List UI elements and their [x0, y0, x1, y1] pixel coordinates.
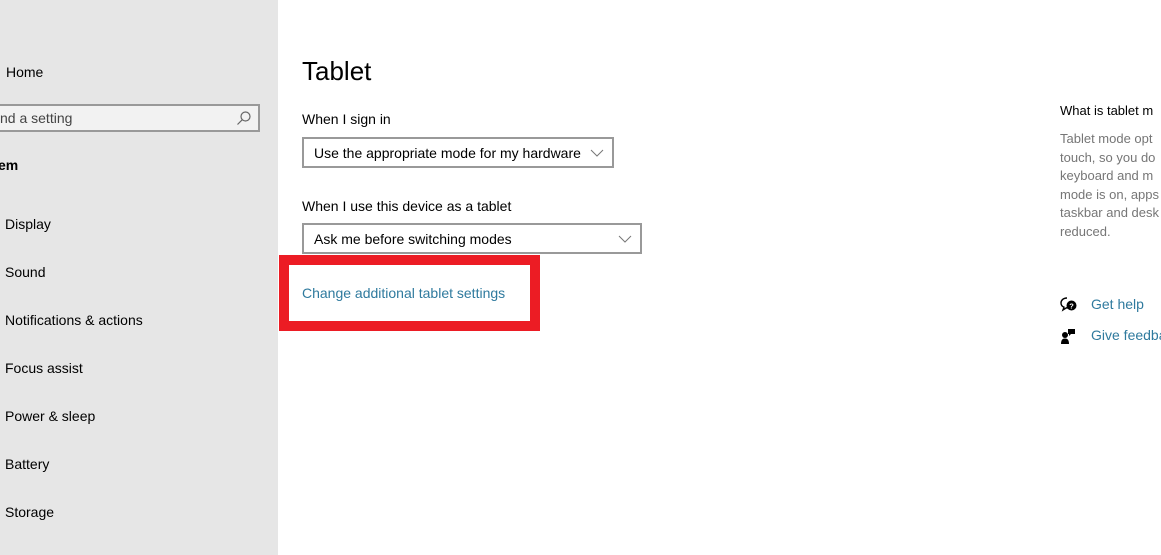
tablet-use-label: When I use this device as a tablet — [302, 198, 512, 214]
get-help-icon: ? — [1060, 297, 1077, 312]
aside-description: Tablet mode opt touch, so you do keyboar… — [1060, 130, 1161, 241]
main-content: Tablet When I sign in Use the appropriat… — [278, 0, 1161, 555]
aside-description-line: reduced. — [1060, 223, 1111, 239]
change-additional-tablet-settings-link[interactable]: Change additional tablet settings — [302, 285, 505, 301]
give-feedback-icon — [1061, 329, 1075, 344]
sign-in-label: When I sign in — [302, 111, 391, 127]
search-box[interactable] — [0, 104, 260, 132]
sidebar-item-display[interactable]: Display — [5, 216, 51, 232]
related-info-panel: What is tablet m Tablet mode opt touch, … — [1060, 0, 1161, 555]
give-feedback-label: Give feedback — [1091, 327, 1161, 343]
aside-description-line: touch, so you do — [1060, 149, 1156, 165]
tablet-use-dropdown[interactable]: Ask me before switching modes — [302, 223, 642, 254]
sidebar-item-focus-assist[interactable]: Focus assist — [5, 360, 83, 376]
sign-in-dropdown[interactable]: Use the appropriate mode for my hardware — [302, 137, 614, 168]
chevron-down-icon — [618, 235, 632, 243]
aside-description-line: Tablet mode opt — [1060, 131, 1153, 146]
aside-description-line: taskbar and desk — [1060, 205, 1160, 220]
section-title: em — [0, 157, 19, 173]
chevron-down-icon — [590, 149, 604, 157]
nav-home[interactable]: Home — [6, 64, 43, 80]
sidebar: Home em Display Sound Notifications & ac… — [0, 0, 278, 555]
sidebar-item-notifications[interactable]: Notifications & actions — [5, 312, 143, 328]
svg-text:?: ? — [1069, 301, 1074, 310]
search-icon[interactable] — [236, 110, 252, 126]
aside-title: What is tablet m — [1060, 103, 1154, 118]
aside-description-line: keyboard and m — [1060, 168, 1154, 183]
sign-in-dropdown-value: Use the appropriate mode for my hardware — [314, 145, 581, 161]
sidebar-item-storage[interactable]: Storage — [5, 504, 54, 520]
sidebar-item-power-sleep[interactable]: Power & sleep — [5, 408, 95, 424]
page-title: Tablet — [302, 56, 372, 86]
get-help-label: Get help — [1091, 296, 1144, 312]
sidebar-item-battery[interactable]: Battery — [5, 456, 49, 472]
sidebar-item-sound[interactable]: Sound — [5, 264, 45, 280]
search-input[interactable] — [0, 106, 220, 130]
tablet-use-dropdown-value: Ask me before switching modes — [314, 231, 512, 247]
aside-description-line: mode is on, apps — [1060, 186, 1160, 202]
